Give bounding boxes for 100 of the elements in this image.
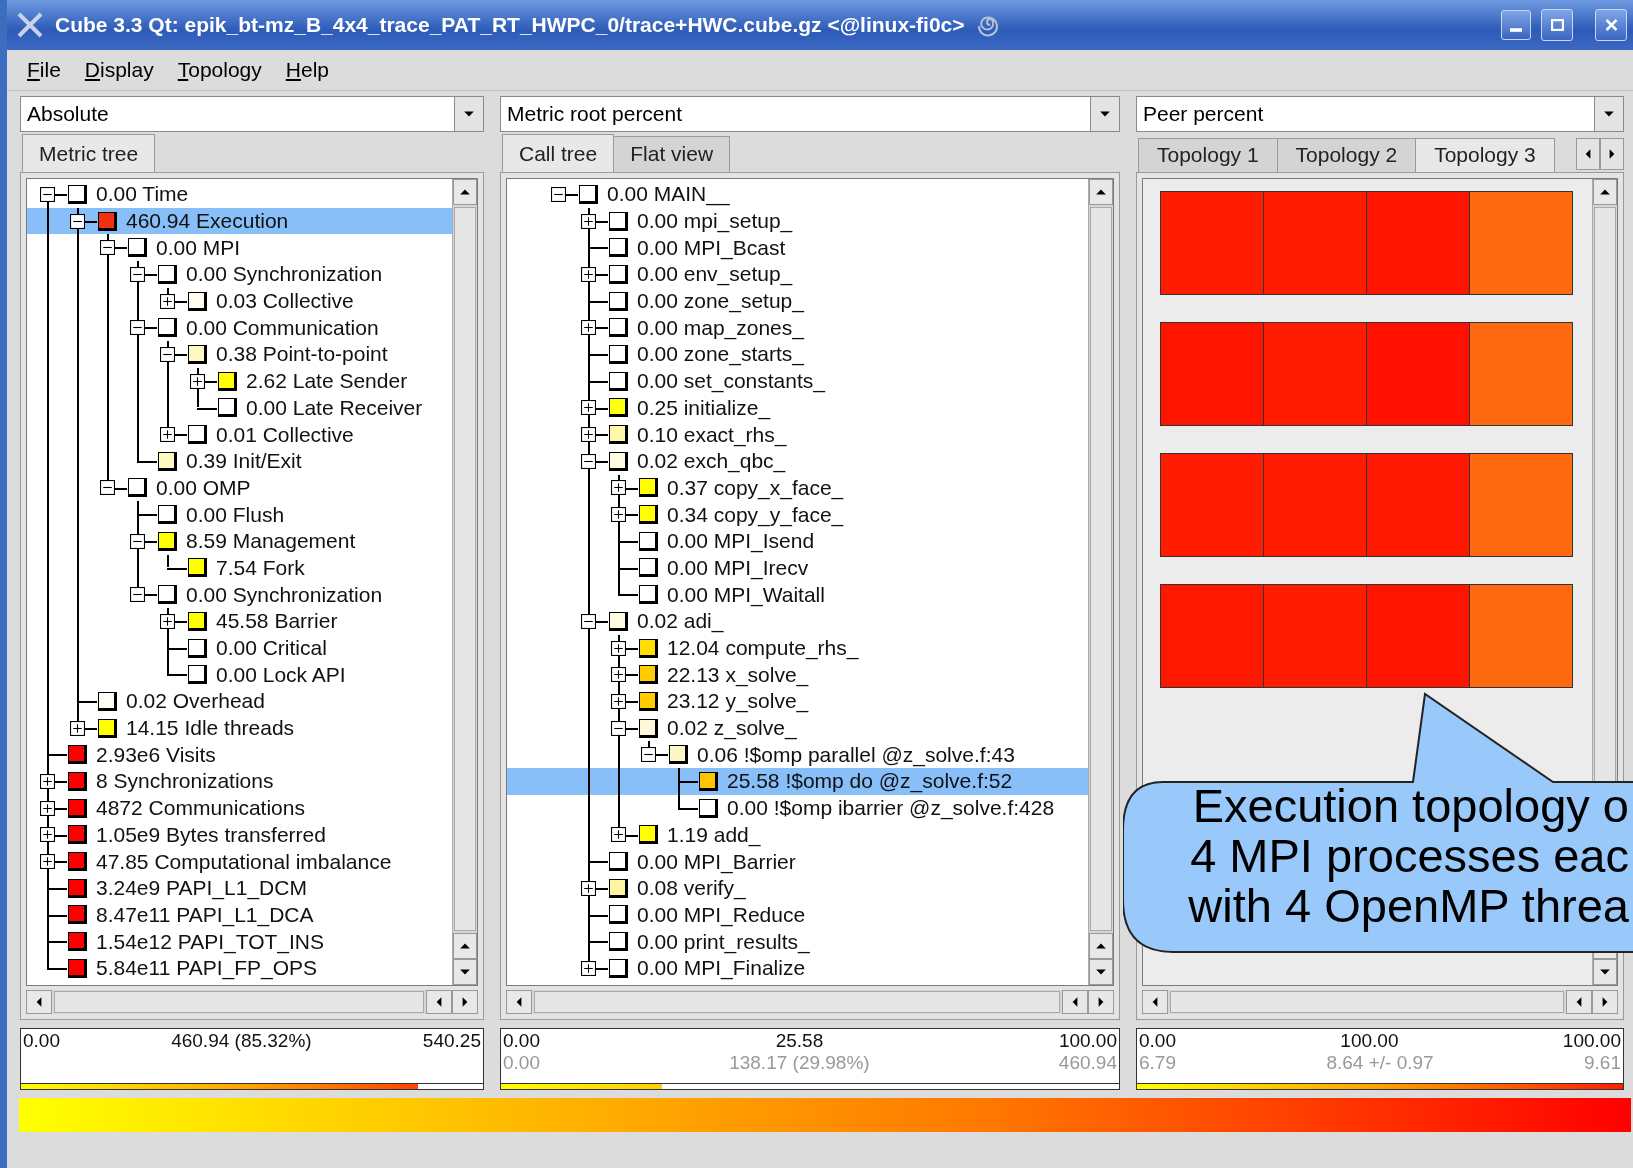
maximize-button[interactable]	[1541, 9, 1573, 41]
tree-row[interactable]: 0.00 !$omp ibarrier @z_solve.f:428	[507, 794, 1088, 822]
collapse-icon[interactable]	[130, 266, 145, 282]
collapse-icon[interactable]	[130, 533, 145, 549]
scroll-right-button[interactable]	[1592, 990, 1618, 1014]
scroll-right-button[interactable]	[1088, 990, 1114, 1014]
tree-row[interactable]: 2.93e6 Visits	[27, 741, 452, 769]
expand-icon[interactable]	[611, 827, 626, 843]
expand-icon[interactable]	[40, 773, 55, 789]
tree-row[interactable]: 460.94 Execution	[27, 207, 452, 235]
topology-cell[interactable]	[1366, 191, 1470, 295]
topology-cell[interactable]	[1263, 584, 1367, 688]
tree-row[interactable]: 0.00 MPI	[27, 234, 452, 262]
tree-row[interactable]: 8 Synchronizations	[27, 768, 452, 795]
tree-row[interactable]: 0.00 MPI_Finalize	[507, 954, 1088, 982]
menu-item[interactable]: File	[27, 58, 61, 82]
collapse-icon[interactable]	[130, 587, 145, 603]
menu-item[interactable]: Display	[84, 58, 154, 82]
tree-row[interactable]: 0.00 env_setup_	[507, 261, 1088, 288]
tree-row[interactable]: 0.02 exch_qbc_	[507, 447, 1088, 475]
tree-row[interactable]: 0.00 zone_starts_	[507, 341, 1088, 368]
tree-row[interactable]: 0.00 MPI_Irecv	[507, 554, 1088, 582]
tree-row[interactable]: 2.62 Late Sender	[27, 367, 452, 395]
topology-cell[interactable]	[1160, 322, 1264, 426]
collapse-icon[interactable]	[100, 480, 115, 496]
scroll-down-button[interactable]	[1593, 959, 1617, 985]
scroll-right-button[interactable]	[452, 990, 478, 1014]
tab[interactable]: Call tree	[502, 134, 615, 172]
expand-icon[interactable]	[190, 373, 205, 389]
scroll-down-button[interactable]	[1089, 959, 1113, 985]
expand-icon[interactable]	[160, 293, 175, 309]
tree-row[interactable]: 1.54e12 PAPI_TOT_INS	[27, 928, 452, 955]
tab[interactable]: Topology 1	[1138, 138, 1278, 172]
tree-row[interactable]: 22.13 x_solve_	[507, 661, 1088, 689]
scrollbar-thumb[interactable]	[54, 991, 424, 1013]
dropdown[interactable]: Absolute	[20, 96, 484, 132]
tree-row[interactable]: 0.00 MPI_Barrier	[507, 848, 1088, 875]
topology-cell[interactable]	[1160, 453, 1264, 557]
expand-icon[interactable]	[611, 640, 626, 656]
expand-icon[interactable]	[160, 613, 175, 629]
tree-row[interactable]: 0.02 Overhead	[27, 688, 452, 715]
collapse-icon[interactable]	[581, 613, 596, 629]
scroll-left-button[interactable]	[1062, 990, 1088, 1014]
scrollbar-thumb[interactable]	[454, 207, 476, 931]
topology-cell[interactable]	[1160, 191, 1264, 295]
tree-row[interactable]: 8.47e11 PAPI_L1_DCA	[27, 901, 452, 929]
collapse-icon[interactable]	[40, 186, 55, 202]
scrollbar-thumb[interactable]	[1170, 991, 1564, 1013]
tree-row[interactable]: 14.15 Idle threads	[27, 714, 452, 742]
collapse-icon[interactable]	[641, 747, 656, 763]
tab-scroll-right-button[interactable]	[1600, 138, 1624, 170]
tree-row[interactable]: 0.03 Collective	[27, 287, 452, 315]
tree-row[interactable]: 12.04 compute_rhs_	[507, 634, 1088, 662]
expand-icon[interactable]	[581, 213, 596, 229]
expand-icon[interactable]	[611, 507, 626, 523]
topology-cell[interactable]	[1263, 322, 1367, 426]
expand-icon[interactable]	[581, 400, 596, 416]
expand-icon[interactable]	[160, 427, 175, 443]
tree-row[interactable]: 5.84e11 PAPI_FP_OPS	[27, 954, 452, 982]
tree-row[interactable]: 0.34 copy_y_face_	[507, 501, 1088, 528]
minimize-button[interactable]	[1501, 10, 1531, 40]
close-button[interactable]	[1595, 9, 1627, 41]
tree-row[interactable]: 0.00 MPI_Bcast	[507, 234, 1088, 262]
topology-cell[interactable]	[1263, 191, 1367, 295]
scroll-up-button[interactable]	[453, 179, 477, 205]
tree-row[interactable]: 0.00 Time	[27, 181, 452, 208]
scroll-up-button[interactable]	[453, 933, 477, 959]
topology-cell[interactable]	[1366, 322, 1470, 426]
expand-icon[interactable]	[40, 827, 55, 843]
scroll-left-button[interactable]	[506, 990, 532, 1014]
expand-icon[interactable]	[581, 266, 596, 282]
scroll-down-button[interactable]	[453, 959, 477, 985]
tree-row[interactable]: 0.00 zone_setup_	[507, 287, 1088, 315]
expand-icon[interactable]	[581, 427, 596, 443]
expand-icon[interactable]	[611, 667, 626, 683]
tree-row[interactable]: 0.00 mpi_setup_	[507, 207, 1088, 235]
tree-row[interactable]: 0.00 Synchronization	[27, 581, 452, 608]
tree-row[interactable]: 0.00 MPI_Reduce	[507, 901, 1088, 929]
tree-row[interactable]: 0.02 z_solve_	[507, 714, 1088, 742]
tree-row[interactable]: 0.02 adi_	[507, 608, 1088, 635]
topology-cell[interactable]	[1160, 584, 1264, 688]
menu-item[interactable]: Help	[285, 58, 329, 82]
tree-row[interactable]: 0.00 Critical	[27, 634, 452, 662]
tree-row[interactable]: 0.00 OMP	[27, 474, 452, 502]
topology-cell[interactable]	[1469, 584, 1573, 688]
collapse-icon[interactable]	[581, 453, 596, 469]
scroll-left-button[interactable]	[1566, 990, 1592, 1014]
tab[interactable]: Metric tree	[22, 134, 156, 172]
tree-row[interactable]: 0.00 Lock API	[27, 661, 452, 689]
expand-icon[interactable]	[611, 693, 626, 709]
topology-cell[interactable]	[1469, 322, 1573, 426]
tree-row[interactable]: 0.00 Flush	[27, 501, 452, 528]
tree-row[interactable]: 0.00 Synchronization	[27, 261, 452, 288]
collapse-icon[interactable]	[70, 213, 85, 229]
tree-row[interactable]: 0.38 Point-to-point	[27, 341, 452, 368]
expand-icon[interactable]	[581, 960, 596, 976]
collapse-icon[interactable]	[551, 186, 566, 202]
expand-icon[interactable]	[40, 800, 55, 816]
tree-row[interactable]: 0.37 copy_x_face_	[507, 474, 1088, 502]
tab-scroll-left-button[interactable]	[1576, 138, 1600, 170]
